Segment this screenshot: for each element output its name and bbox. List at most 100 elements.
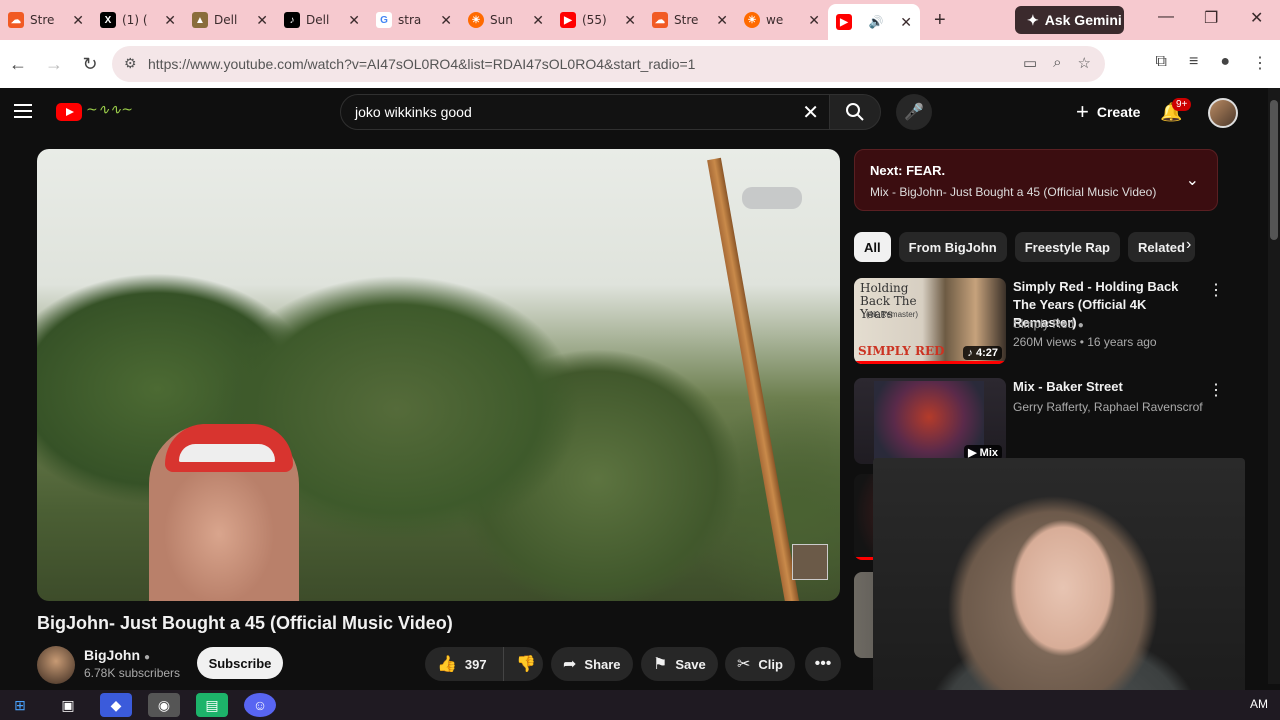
site-info-icon[interactable]: ⚙: [124, 55, 137, 72]
webcam-overlay: [873, 458, 1245, 720]
extensions-icon[interactable]: ⧉: [1156, 53, 1167, 73]
close-tab-icon[interactable]: ✕: [716, 12, 728, 29]
browser-tab[interactable]: ☁ Stre ✕: [644, 4, 736, 36]
recommendation-item[interactable]: Holding Back The Years (4K Remaster) SIM…: [854, 278, 1224, 366]
chrome-app-icon[interactable]: ◉: [148, 693, 180, 717]
channel-name[interactable]: BigJohn ●: [84, 647, 150, 663]
sun-icon: ☀: [744, 12, 760, 28]
wolf-icon: ▲: [192, 12, 208, 28]
youtube-icon: ▶: [836, 14, 852, 30]
browser-tab[interactable]: ☀ Sun ✕: [460, 4, 552, 36]
menu-dots-icon[interactable]: ⋮: [1252, 53, 1268, 73]
up-next-card[interactable]: Next: FEAR. Mix - BigJohn- Just Bought a…: [854, 149, 1218, 211]
chevron-down-icon[interactable]: ⌄: [1186, 170, 1199, 190]
close-window-button[interactable]: ✕: [1250, 8, 1263, 28]
media-control-icon[interactable]: ≡: [1189, 53, 1198, 73]
related-filter-chips: All From BigJohn Freestyle Rap Related: [854, 232, 1224, 262]
task-view-icon[interactable]: ▣: [52, 693, 84, 717]
video-watermark[interactable]: [792, 544, 828, 580]
browser-tab[interactable]: ♪ Dell ✕: [276, 4, 368, 36]
browser-tab[interactable]: Gstra ✕: [368, 4, 460, 36]
chevron-right-icon[interactable]: ›: [1186, 236, 1191, 254]
youtube-logo[interactable]: [56, 103, 82, 121]
thumbs-down-icon: 👎: [516, 656, 536, 673]
more-actions-button[interactable]: •••: [805, 647, 841, 681]
close-tab-icon[interactable]: ✕: [624, 12, 636, 29]
browser-tab[interactable]: ▶ (55) ✕: [552, 4, 644, 36]
os-taskbar: ⊞ ▣ ◆ ◉ ▤ ☺: [0, 690, 1280, 720]
youtube-doodle-logo[interactable]: ~∿∿~: [86, 102, 148, 122]
browser-tab[interactable]: ▲ Dell ✕: [184, 4, 276, 36]
video-frame-lamp: [742, 187, 802, 209]
dislike-button[interactable]: 👎: [503, 647, 543, 681]
back-icon[interactable]: ←: [0, 54, 36, 75]
verified-icon: ●: [1077, 320, 1084, 331]
reload-icon[interactable]: ↻: [72, 54, 108, 75]
verified-icon: ●: [144, 652, 151, 663]
recommendation-item[interactable]: ▶ Mix Mix - Baker Street Gerry Rafferty,…: [854, 378, 1224, 466]
roblox-app-icon[interactable]: ◆: [100, 693, 132, 717]
chip-related[interactable]: Related: [1128, 232, 1195, 262]
close-tab-icon[interactable]: ✕: [808, 12, 820, 29]
search-input[interactable]: joko wikkinks good ✕: [340, 94, 830, 130]
bookmark-icon: ⚑: [653, 656, 668, 673]
save-button[interactable]: ⚑ Save: [641, 647, 718, 681]
close-tab-icon[interactable]: ✕: [348, 12, 360, 29]
new-tab-button[interactable]: +: [934, 9, 946, 32]
video-frame-cap: [165, 424, 293, 472]
video-thumbnail[interactable]: ▶ Mix: [854, 378, 1006, 464]
close-tab-icon[interactable]: ✕: [164, 12, 176, 29]
windows-start-icon[interactable]: ⊞: [4, 693, 36, 717]
zoom-icon[interactable]: ⌕: [1053, 54, 1061, 72]
search-button[interactable]: [829, 94, 881, 130]
channel-avatar[interactable]: [37, 646, 75, 684]
close-tab-icon[interactable]: ✕: [72, 12, 84, 29]
subscribe-button[interactable]: Subscribe: [197, 647, 283, 679]
share-button[interactable]: ➦ Share: [551, 647, 633, 681]
chip-all[interactable]: All: [854, 232, 891, 262]
scissors-icon: ✂: [737, 656, 751, 673]
close-tab-icon[interactable]: ✕: [900, 14, 912, 31]
browser-toolbar: ← → ↻ ⚙ https://www.youtube.com/watch?v=…: [0, 40, 1280, 88]
browser-tab[interactable]: X (1) (✕: [92, 4, 184, 36]
kebab-menu-icon[interactable]: ⋮: [1208, 280, 1224, 300]
soundcloud-icon: ☁: [652, 12, 668, 28]
create-button[interactable]: + Create: [1064, 96, 1152, 128]
hamburger-menu-icon[interactable]: [14, 104, 32, 118]
soundcloud-icon: ☁: [8, 12, 24, 28]
page-scrollbar-thumb[interactable]: [1270, 100, 1278, 240]
profile-icon[interactable]: ●: [1220, 53, 1230, 73]
gemini-icon: ✦: [1027, 11, 1039, 28]
ask-gemini-button[interactable]: ✦ Ask Gemini: [1015, 6, 1124, 34]
watch-progress-bar: [854, 361, 1006, 364]
game-app-icon[interactable]: ▤: [196, 693, 228, 717]
close-tab-icon[interactable]: ✕: [532, 12, 544, 29]
tiktok-icon: ♪: [284, 12, 300, 28]
chip-freestyle-rap[interactable]: Freestyle Rap: [1014, 232, 1120, 262]
voice-search-button[interactable]: 🎤: [896, 94, 932, 130]
system-clock[interactable]: AM: [1250, 697, 1268, 711]
account-avatar[interactable]: [1208, 98, 1238, 128]
video-thumbnail[interactable]: Holding Back The Years (4K Remaster) SIM…: [854, 278, 1006, 364]
google-icon: G: [376, 12, 392, 28]
restore-button[interactable]: ❐: [1204, 8, 1218, 28]
bookmark-star-icon[interactable]: ☆: [1078, 54, 1091, 72]
clip-button[interactable]: ✂ Clip: [725, 647, 795, 681]
chip-from-bigjohn[interactable]: From BigJohn: [898, 232, 1007, 262]
browser-tab[interactable]: ☀ we ✕: [736, 4, 828, 36]
like-button[interactable]: 👍 397: [425, 647, 503, 681]
share-icon: ➦: [563, 656, 577, 673]
speaker-icon[interactable]: 🔊: [858, 15, 894, 29]
forward-icon[interactable]: →: [36, 54, 72, 75]
browser-tab-active[interactable]: ▶ 🔊 ✕: [828, 4, 920, 40]
discord-app-icon[interactable]: ☺: [244, 693, 276, 717]
close-tab-icon[interactable]: ✕: [256, 12, 268, 29]
minimize-button[interactable]: —: [1158, 8, 1174, 26]
cast-icon[interactable]: ▭: [1023, 54, 1037, 72]
video-player[interactable]: [37, 149, 840, 601]
address-bar[interactable]: ⚙ https://www.youtube.com/watch?v=AI47sO…: [112, 46, 1105, 82]
kebab-menu-icon[interactable]: ⋮: [1208, 380, 1224, 400]
browser-tab[interactable]: ☁ Stre ✕: [0, 4, 92, 36]
clear-search-icon[interactable]: ✕: [802, 100, 819, 125]
close-tab-icon[interactable]: ✕: [440, 12, 452, 29]
